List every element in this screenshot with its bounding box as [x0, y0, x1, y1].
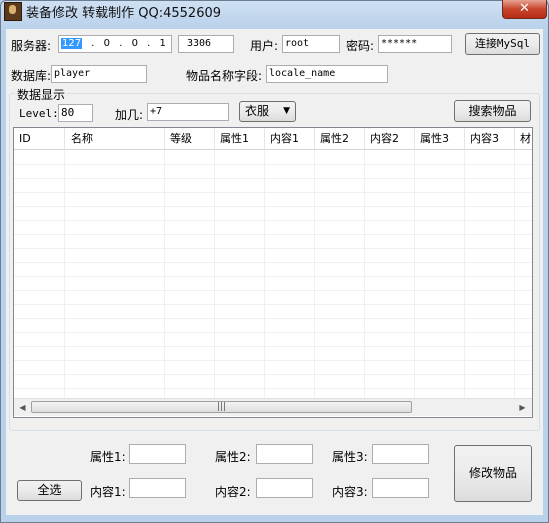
plus-field[interactable]: +7 [147, 103, 229, 121]
grid-row-line [14, 388, 532, 389]
grid-row-line [14, 318, 532, 319]
grid-row-line [14, 374, 532, 375]
modify-item-button[interactable]: 修改物品 [454, 445, 532, 502]
user-field[interactable]: root [282, 35, 340, 53]
grid-row-line [14, 248, 532, 249]
scroll-right-icon[interactable]: ▶ [515, 401, 530, 414]
attr3-label: 属性3: [332, 450, 368, 464]
grid-row-line [14, 346, 532, 347]
data-display-label: 数据显示 [15, 86, 68, 103]
attr2-label: 属性2: [215, 450, 251, 464]
ip-part-3: 0 [131, 38, 138, 49]
content2-label: 内容2: [215, 485, 251, 499]
column-header-level[interactable]: 等级 [165, 128, 215, 150]
close-button[interactable]: ✕ [502, 0, 547, 19]
item-name-field-input[interactable]: locale_name [266, 65, 388, 83]
grid-row-line [14, 206, 532, 207]
chevron-down-icon: ▼ [283, 106, 290, 116]
search-items-button[interactable]: 搜索物品 [454, 100, 531, 122]
column-header-content3[interactable]: 内容3 [465, 128, 515, 150]
scroll-left-icon[interactable]: ◀ [15, 401, 30, 414]
ip-dot-1: . [91, 38, 95, 49]
column-header-attr2[interactable]: 属性2 [315, 128, 365, 150]
server-label: 服务器: [11, 39, 52, 53]
window-title: 装备修改 转载制作 QQ:4552609 [26, 6, 222, 21]
ip-dot-2: . [119, 38, 123, 49]
ip-part-2: 0 [103, 38, 111, 49]
column-header-name[interactable]: 名称 [65, 128, 165, 150]
database-field[interactable]: player [51, 65, 147, 83]
password-label: 密码: [346, 39, 375, 53]
database-label: 数据库: [11, 69, 52, 83]
grid-row-line [14, 276, 532, 277]
horizontal-scrollbar[interactable]: ◀ ||| ▶ [14, 398, 532, 416]
title-bar: 装备修改 转载制作 QQ:4552609 ✕ [0, 0, 549, 22]
scrollbar-thumb[interactable]: ||| [31, 401, 412, 413]
column-header-attr1[interactable]: 属性1 [215, 128, 265, 150]
content1-field[interactable] [129, 478, 186, 498]
ip-dot-3: . [147, 38, 151, 49]
attr1-field[interactable] [129, 444, 186, 464]
items-table[interactable]: ID 名称 等级 属性1 内容1 属性2 内容2 属性3 内容3 材 ◀ |||… [13, 127, 533, 418]
level-label: Level: [19, 107, 59, 120]
plus-label: 加几: [115, 108, 144, 122]
content3-field[interactable] [372, 478, 429, 498]
attr2-field[interactable] [256, 444, 313, 464]
password-field[interactable]: ****** [378, 35, 452, 53]
column-header-id[interactable]: ID [14, 128, 65, 150]
grid-row-line [14, 164, 532, 165]
level-field[interactable]: 80 [58, 104, 93, 122]
content3-label: 内容3: [332, 485, 368, 499]
item-name-field-label: 物品名称字段: [186, 69, 263, 83]
grid-row-line [14, 262, 532, 263]
grid-row-line [14, 220, 532, 221]
select-all-button[interactable]: 全选 [17, 480, 82, 501]
attr3-field[interactable] [372, 444, 429, 464]
ip-part-1: 127 [61, 38, 83, 49]
user-label: 用户: [250, 39, 279, 53]
column-header-content2[interactable]: 内容2 [365, 128, 415, 150]
column-header-attr3[interactable]: 属性3 [415, 128, 465, 150]
grid-row-line [14, 290, 532, 291]
connect-mysql-button[interactable]: 连接MySql [465, 33, 540, 55]
column-header-material[interactable]: 材 [515, 128, 532, 150]
category-select[interactable]: 衣服 ▼ [239, 101, 296, 122]
content1-label: 内容1: [90, 485, 126, 499]
ip-part-4: 1 [159, 38, 166, 49]
grid-row-line [14, 234, 532, 235]
grid-row-line [14, 192, 532, 193]
attr1-label: 属性1: [90, 450, 126, 464]
port-field[interactable]: 3306 [178, 35, 234, 53]
grid-row-line [14, 332, 532, 333]
content2-field[interactable] [256, 478, 313, 498]
grid-row-line [14, 178, 532, 179]
app-icon [4, 2, 22, 21]
grid-row-line [14, 304, 532, 305]
grid-row-line [14, 360, 532, 361]
client-area: 服务器: 127 . 0 . 0 . 1 3306 用户: root 密码: *… [6, 29, 543, 515]
column-header-content1[interactable]: 内容1 [265, 128, 315, 150]
ip-address-field[interactable]: 127 . 0 . 0 . 1 [58, 35, 172, 53]
category-value: 衣服 [245, 104, 270, 118]
